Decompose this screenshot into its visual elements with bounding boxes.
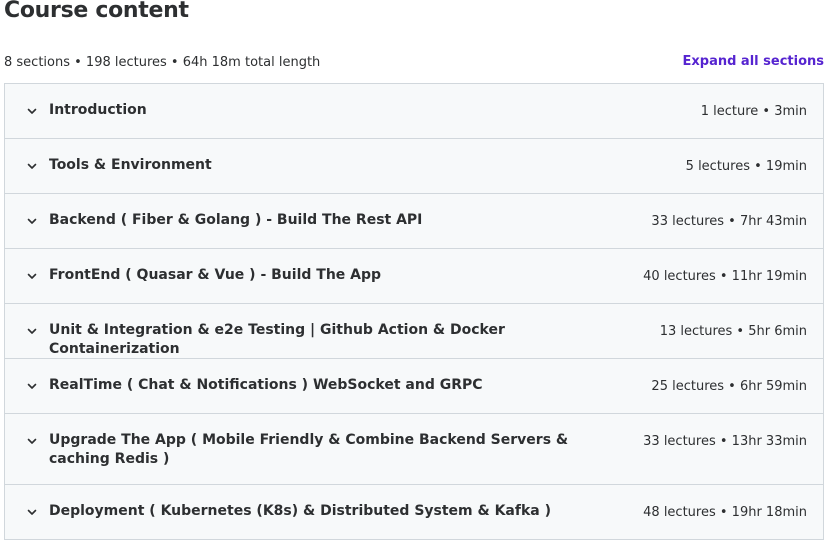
section-meta: 5 lectures • 19min <box>685 159 807 174</box>
section-row[interactable]: Backend ( Fiber & Golang ) - Build The R… <box>5 194 823 249</box>
section-row[interactable]: Upgrade The App ( Mobile Friendly & Comb… <box>5 414 823 485</box>
chevron-down-icon <box>25 505 39 519</box>
section-meta: 1 lecture • 3min <box>700 104 807 119</box>
course-summary-row: 8 sections • 198 lectures • 64h 18m tota… <box>4 54 824 74</box>
section-title: FrontEnd ( Quasar & Vue ) - Build The Ap… <box>49 267 382 283</box>
section-row[interactable]: Tools & Environment 5 lectures • 19min <box>5 139 823 194</box>
section-title: Tools & Environment <box>49 157 212 173</box>
section-meta: 13 lectures • 5hr 6min <box>659 324 807 339</box>
section-row[interactable]: Introduction 1 lecture • 3min <box>5 84 823 139</box>
section-row[interactable]: Unit & Integration & e2e Testing | Githu… <box>5 304 823 359</box>
section-row[interactable]: Deployment ( Kubernetes (K8s) & Distribu… <box>5 485 823 540</box>
chevron-down-icon <box>25 324 39 338</box>
section-title: Introduction <box>49 102 147 118</box>
section-title: Upgrade The App ( Mobile Friendly & Comb… <box>49 432 569 467</box>
chevron-down-icon <box>25 379 39 393</box>
section-title: Unit & Integration & e2e Testing | Githu… <box>49 322 505 357</box>
section-title: RealTime ( Chat & Notifications ) WebSoc… <box>49 377 483 393</box>
expand-all-sections-button[interactable]: Expand all sections <box>683 54 825 69</box>
section-meta: 40 lectures • 11hr 19min <box>643 269 807 284</box>
chevron-down-icon <box>25 104 39 118</box>
chevron-down-icon <box>25 434 39 448</box>
section-meta: 33 lectures • 7hr 43min <box>651 214 807 229</box>
chevron-down-icon <box>25 214 39 228</box>
section-title: Backend ( Fiber & Golang ) - Build The R… <box>49 212 423 228</box>
section-meta: 25 lectures • 6hr 59min <box>651 379 807 394</box>
chevron-down-icon <box>25 269 39 283</box>
section-row[interactable]: FrontEnd ( Quasar & Vue ) - Build The Ap… <box>5 249 823 304</box>
section-title: Deployment ( Kubernetes (K8s) & Distribu… <box>49 503 552 519</box>
course-summary: 8 sections • 198 lectures • 64h 18m tota… <box>4 55 321 70</box>
section-meta: 33 lectures • 13hr 33min <box>643 434 807 449</box>
page-title: Course content <box>4 0 189 23</box>
chevron-down-icon <box>25 159 39 173</box>
course-content-panel: Course content 8 sections • 198 lectures… <box>0 0 830 550</box>
section-row[interactable]: RealTime ( Chat & Notifications ) WebSoc… <box>5 359 823 414</box>
section-meta: 48 lectures • 19hr 18min <box>643 505 807 520</box>
section-list: Introduction 1 lecture • 3min Tools & En… <box>4 83 824 540</box>
